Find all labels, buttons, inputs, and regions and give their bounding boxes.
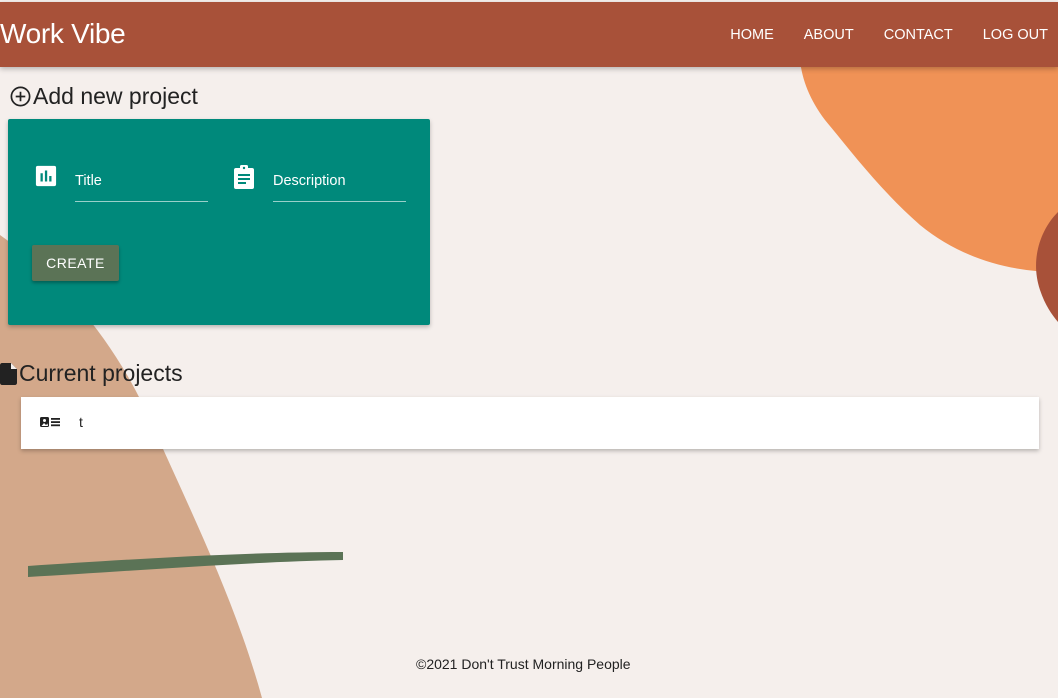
add-project-card: Title Description CREATE (8, 119, 430, 325)
title-input-label: Title (75, 173, 102, 189)
project-list: t (21, 397, 1039, 449)
project-list-item[interactable]: t (21, 397, 1039, 449)
project-name: t (79, 414, 83, 430)
nav-link-home[interactable]: HOME (730, 27, 774, 43)
orange-blob (800, 60, 1058, 272)
clipboard-icon (234, 165, 254, 189)
brand-logo[interactable]: Work Vibe (0, 18, 126, 50)
nav-link-contact[interactable]: CONTACT (884, 27, 953, 43)
nav-links: HOME ABOUT CONTACT LOG OUT (700, 2, 1048, 67)
description-input-label: Description (273, 173, 346, 189)
add-circle-outline-icon (10, 86, 31, 107)
current-projects-heading-text: Current projects (19, 360, 183, 386)
navbar: Work Vibe HOME ABOUT CONTACT LOG OUT (0, 2, 1058, 67)
add-project-heading: Add new project (9, 83, 198, 110)
nav-link-logout[interactable]: LOG OUT (983, 27, 1048, 43)
add-project-heading-text: Add new project (33, 83, 198, 109)
nav-link-about[interactable]: ABOUT (804, 27, 854, 43)
footer-copyright: ©2021 Don't Trust Morning People (416, 656, 631, 672)
current-projects-heading: Current projects (0, 360, 183, 387)
picture-list-icon (40, 417, 60, 427)
create-button[interactable]: CREATE (32, 245, 119, 281)
bar-chart-icon (35, 165, 57, 187)
file-icon (0, 362, 17, 385)
